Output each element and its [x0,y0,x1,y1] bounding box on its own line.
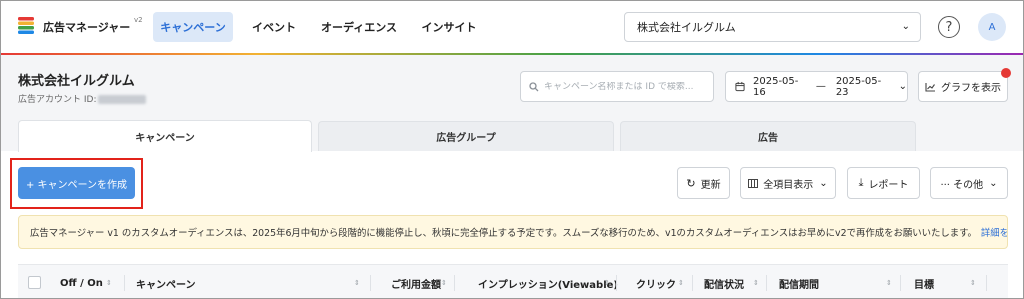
app-logo-icon [18,17,34,34]
refresh-icon: ↻ [686,176,696,190]
sort-icon[interactable]: ⇕ [354,265,360,298]
column-header-delivery-period[interactable]: 配信期間 [779,265,819,298]
top-navigation-bar: 広告マネージャー v2 キャンペーン イベント オーディエンス インサイト 株式… [1,1,1023,53]
nav-audience[interactable]: オーディエンス [319,12,399,42]
tab-campaign[interactable]: キャンペーン [18,120,312,152]
column-divider [900,275,901,291]
deprecation-notice: 広告マネージャー v1 のカスタムオーディエンスは、2025年6月中旬から段階的… [18,215,1008,249]
more-label: ··· その他 [940,179,984,191]
date-start: 2025-05-16 [753,75,799,98]
notice-details-link[interactable]: 詳細を見る [981,225,1007,239]
app-title: 広告マネージャー [43,21,131,34]
account-select[interactable]: 株式会社イルグルム ⌄ [624,12,921,42]
column-divider [454,275,455,291]
app-window: 広告マネージャー v2 キャンペーン イベント オーディエンス インサイト 株式… [0,0,1024,299]
header-rainbow-divider [1,53,1023,55]
column-header-goal[interactable]: 目標 [914,265,934,298]
chevron-down-icon: ⌄ [898,81,908,92]
column-divider [370,275,371,291]
chart-icon [925,82,935,92]
show-chart-label: グラフを表示 [941,83,1001,94]
sort-icon[interactable]: ⇕ [970,265,976,298]
tab-ad-group[interactable]: 広告グループ [318,121,614,151]
columns-icon [748,178,759,188]
avatar[interactable]: A [978,13,1006,41]
refresh-button[interactable]: ↻ 更新 [677,167,730,199]
column-divider [616,275,617,291]
column-header-impressions[interactable]: インプレッション(Viewable) [478,265,618,298]
column-header-off-on[interactable]: Off / On [60,265,103,298]
select-all-checkbox[interactable] [28,276,41,289]
columns-label: 全項目表示 [763,179,814,191]
tab-ad[interactable]: 広告 [620,121,916,151]
report-label: レポート [868,179,909,191]
create-campaign-button[interactable]: + キャンペーンを作成 [18,167,135,199]
download-icon: ⤓ [858,176,864,189]
column-divider [986,275,987,291]
column-header-campaign[interactable]: キャンペーン [136,265,196,298]
account-id-label: 広告アカウント ID: [18,95,97,105]
sort-icon[interactable]: ⇕ [886,265,892,298]
nav-event[interactable]: イベント [246,12,302,42]
column-header-delivery-status[interactable]: 配信状況 [704,265,744,298]
search-icon [529,81,539,91]
refresh-label: 更新 [700,179,721,191]
chevron-down-icon: ⌄ [901,21,910,32]
sort-icon[interactable]: ⇕ [604,265,610,298]
app-version: v2 [134,16,143,24]
column-header-spend[interactable]: ご利用金額 [391,265,441,298]
search-box[interactable] [520,71,714,102]
column-header-clicks[interactable]: クリック [636,265,676,298]
nav-campaign[interactable]: キャンペーン [153,12,233,42]
date-end: 2025-05-23 [835,75,882,98]
chevron-down-icon: ⌄ [989,177,998,189]
page-title: 株式会社イルグルム [18,74,135,89]
account-id: 広告アカウント ID: [18,92,147,105]
sort-icon[interactable]: ⇕ [441,265,447,298]
show-chart-button[interactable]: グラフを表示 [918,71,1008,102]
date-range-picker[interactable]: 2025-05-16 — 2025-05-23 ⌄ [725,71,908,102]
chevron-down-icon: ⌄ [819,177,828,189]
report-button[interactable]: ⤓ レポート [847,167,920,199]
account-id-redacted [98,95,147,104]
table-header: Off / On ⇕ キャンペーン ⇕ ご利用金額 ⇕ インプレッション(Vie… [18,264,1008,298]
column-divider [692,275,693,291]
calendar-icon [735,81,745,92]
column-divider [124,275,125,291]
sort-icon[interactable]: ⇕ [753,265,759,298]
columns-button[interactable]: 全項目表示 ⌄ [740,167,836,199]
notification-dot [1001,68,1011,78]
date-separator: — [815,81,826,92]
notice-text: 広告マネージャー v1 のカスタムオーディエンスは、2025年6月中旬から段階的… [30,228,977,239]
column-divider [766,275,767,291]
account-select-value: 株式会社イルグルム [637,21,736,34]
sort-icon[interactable]: ⇕ [678,265,684,298]
help-icon[interactable]: ? [938,16,960,38]
sort-icon[interactable]: ⇕ [106,265,112,298]
nav-insight[interactable]: インサイト [417,12,481,42]
more-button[interactable]: ··· その他 ⌄ [930,167,1008,199]
search-input[interactable] [544,81,709,92]
